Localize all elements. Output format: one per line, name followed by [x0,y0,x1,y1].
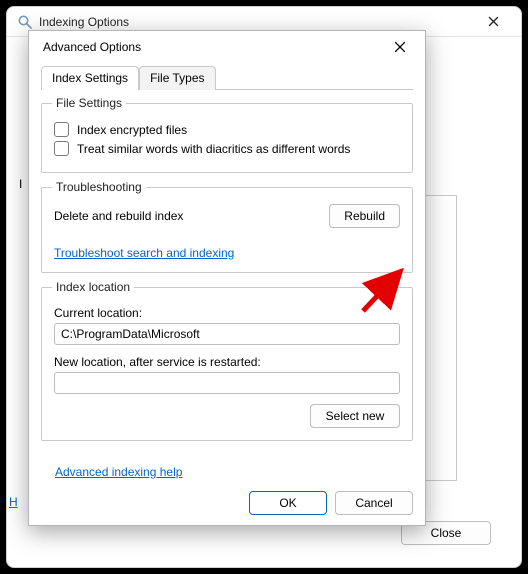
window-close-button[interactable] [471,8,515,36]
troubleshooting-group: Troubleshooting Delete and rebuild index… [41,187,413,273]
advanced-options-dialog: Advanced Options Index Settings File Typ… [28,30,426,526]
current-location-label: Current location: [54,306,400,320]
current-location-field[interactable] [54,323,400,345]
window-title: Indexing Options [39,15,471,29]
truncated-label: I [19,177,22,191]
new-location-label: New location, after service is restarted… [54,355,400,369]
diacritics-label: Treat similar words with diacritics as d… [77,142,350,156]
advanced-indexing-help-link[interactable]: Advanced indexing help [55,465,182,479]
help-link-truncated[interactable]: H [9,495,18,509]
troubleshoot-link[interactable]: Troubleshoot search and indexing [54,246,234,260]
file-settings-group: File Settings Index encrypted files Trea… [41,103,413,173]
index-encrypted-label: Index encrypted files [77,123,187,137]
rebuild-label: Delete and rebuild index [54,209,183,223]
new-location-field[interactable] [54,372,400,394]
close-icon [394,41,406,53]
tab-bar: Index Settings File Types [41,65,413,90]
troubleshooting-legend: Troubleshooting [52,180,146,194]
index-encrypted-checkbox[interactable] [54,122,69,137]
select-new-button[interactable]: Select new [310,404,400,428]
cancel-button[interactable]: Cancel [335,491,413,515]
tab-file-types[interactable]: File Types [139,66,215,90]
index-settings-panel: File Settings Index encrypted files Trea… [41,95,413,477]
search-icon [17,14,33,30]
diacritics-row: Treat similar words with diacritics as d… [54,141,400,156]
close-icon [488,16,499,27]
dialog-footer: OK Cancel [41,491,413,515]
diacritics-checkbox[interactable] [54,141,69,156]
file-settings-legend: File Settings [52,96,126,110]
ok-button[interactable]: OK [249,491,327,515]
dialog-close-button[interactable] [381,32,419,62]
dialog-titlebar: Advanced Options [29,31,425,63]
dialog-title: Advanced Options [43,40,381,54]
index-location-group: Index location Current location: New loc… [41,287,413,441]
index-location-legend: Index location [52,280,134,294]
rebuild-button[interactable]: Rebuild [329,204,400,228]
index-encrypted-row: Index encrypted files [54,122,400,137]
tab-index-settings[interactable]: Index Settings [41,66,139,90]
